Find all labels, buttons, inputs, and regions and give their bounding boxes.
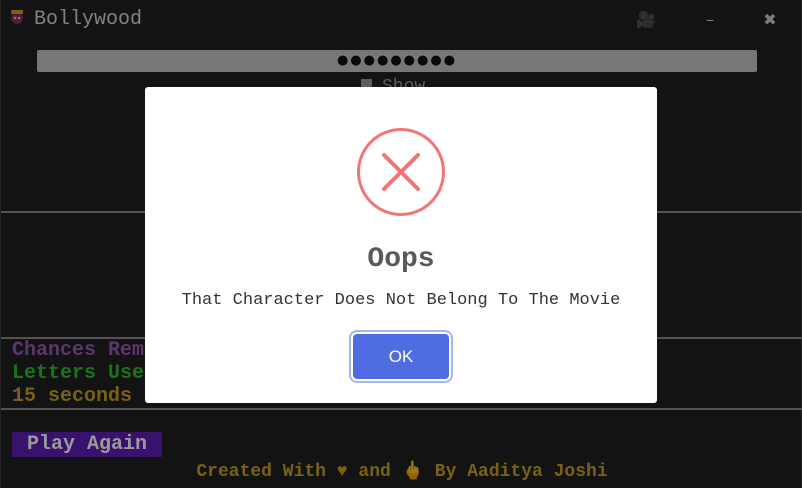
ok-button[interactable]: OK: [353, 334, 449, 379]
dialog-message: That Character Does Not Belong To The Mo…: [181, 291, 621, 310]
error-x-icon: [357, 128, 445, 216]
error-dialog: Oops That Character Does Not Belong To T…: [145, 87, 657, 403]
error-x-glyph: [382, 153, 420, 191]
dialog-title: Oops: [367, 244, 435, 275]
